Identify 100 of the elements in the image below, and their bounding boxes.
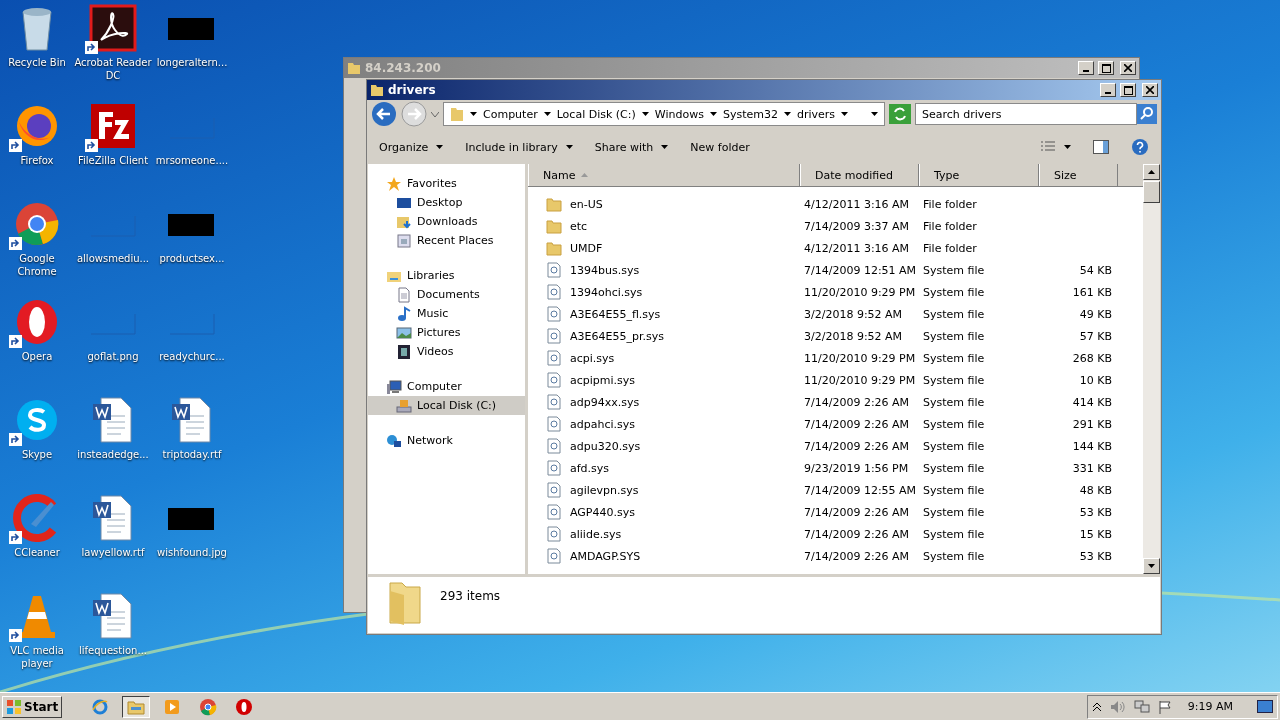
chevron-up-icon[interactable] bbox=[1091, 701, 1102, 712]
flag-icon[interactable] bbox=[1157, 699, 1172, 714]
start-button[interactable]: Start bbox=[2, 695, 63, 718]
desktop-icon-label[interactable]: goflat.png bbox=[87, 350, 139, 363]
toolbar-button[interactable]: Include in library bbox=[465, 140, 573, 154]
network-icon[interactable] bbox=[1133, 699, 1150, 714]
desktop-icon-label[interactable]: readychurc... bbox=[159, 350, 225, 363]
file-name: agilevpn.sys bbox=[569, 483, 640, 497]
nav-item[interactable]: Downloads bbox=[368, 212, 525, 231]
column-header[interactable]: Size bbox=[1039, 164, 1118, 186]
scroll-up-icon[interactable] bbox=[1148, 170, 1155, 174]
file-row[interactable]: acpi.sys 11/20/2010 9:29 PM System file 268 KB bbox=[528, 347, 1143, 369]
file-row[interactable]: adp94xx.sys 7/14/2009 2:26 AM System file 414 KB bbox=[528, 391, 1143, 413]
nav-item[interactable]: Libraries bbox=[368, 266, 525, 285]
nav-item[interactable]: Recent Places bbox=[368, 231, 525, 250]
breadcrumb-item[interactable]: drivers bbox=[796, 107, 836, 121]
file-row[interactable]: A3E64E55_pr.sys 3/2/2018 9:52 AM System file 57 KB bbox=[528, 325, 1143, 347]
back-button[interactable] bbox=[371, 101, 397, 127]
nav-item[interactable]: Network bbox=[368, 431, 525, 450]
help-icon[interactable] bbox=[1131, 138, 1149, 156]
preview-pane-icon[interactable] bbox=[1093, 140, 1109, 154]
column-header[interactable]: Date modified bbox=[800, 164, 919, 186]
desktop-icon-label[interactable]: longeraltern... bbox=[156, 56, 228, 69]
scrollbar[interactable] bbox=[1143, 164, 1160, 574]
column-header[interactable]: Type bbox=[919, 164, 1039, 186]
maximize-button[interactable] bbox=[1098, 61, 1114, 75]
file-row[interactable]: en-US 4/12/2011 3:16 AM File folder bbox=[528, 193, 1143, 215]
breadcrumb-item[interactable]: System32 bbox=[722, 107, 778, 121]
caret-icon bbox=[1064, 145, 1071, 149]
star-icon bbox=[386, 175, 402, 192]
system-file-icon bbox=[546, 350, 562, 366]
file-size: 161 KB bbox=[1071, 285, 1112, 299]
file-row[interactable]: agilevpn.sys 7/14/2009 12:55 AM System file 48 KB bbox=[528, 479, 1143, 501]
column-header[interactable]: Name bbox=[528, 164, 800, 186]
close-button[interactable] bbox=[1142, 83, 1158, 97]
desktop-icon-label[interactable]: triptoday.rtf bbox=[162, 448, 222, 461]
show-desktop-icon[interactable] bbox=[1257, 699, 1273, 714]
filezilla-icon[interactable] bbox=[89, 102, 137, 150]
clock[interactable]: 9:19 AM bbox=[1187, 700, 1233, 713]
scroll-thumb[interactable] bbox=[1143, 181, 1160, 203]
file-row[interactable]: etc 7/14/2009 3:37 AM File folder bbox=[528, 215, 1143, 237]
desktop-icon-label[interactable]: FileZilla Client bbox=[77, 154, 149, 167]
nav-item[interactable]: Computer bbox=[368, 377, 525, 396]
breadcrumb-item[interactable]: Local Disk (C:) bbox=[556, 107, 636, 121]
forward-button[interactable] bbox=[401, 101, 427, 127]
nav-item[interactable]: Documents bbox=[368, 285, 525, 304]
address-bar[interactable]: Computer Local Disk (C:) Windows System32 drivers bbox=[443, 102, 885, 126]
desktop-icon-label[interactable]: productsex... bbox=[159, 252, 225, 265]
nav-item[interactable]: Favorites bbox=[368, 174, 525, 193]
nav-item[interactable]: Music bbox=[368, 304, 525, 323]
file-row[interactable]: afd.sys 9/23/2019 1:56 PM System file 331 KB bbox=[528, 457, 1143, 479]
desktop-icon-label[interactable]: lawyellow.rtf bbox=[81, 546, 145, 559]
file-row[interactable]: adpu320.sys 7/14/2009 2:26 AM System file 144 KB bbox=[528, 435, 1143, 457]
nav-item[interactable]: Local Disk (C:) bbox=[368, 396, 525, 415]
search-icon[interactable] bbox=[1137, 104, 1157, 124]
desktop-icon-label[interactable]: Skype bbox=[21, 448, 53, 461]
breadcrumb-item[interactable]: Windows bbox=[654, 107, 704, 121]
toolbar-button[interactable]: New folder bbox=[690, 140, 750, 154]
file-row[interactable]: A3E64E55_fl.sys 3/2/2018 9:52 AM System file 49 KB bbox=[528, 303, 1143, 325]
sort-icon bbox=[581, 173, 589, 177]
desktop-icon-label[interactable]: insteadedge... bbox=[77, 448, 149, 461]
file-row[interactable]: AGP440.sys 7/14/2009 2:26 AM System file 53 KB bbox=[528, 501, 1143, 523]
desktop-icon-label[interactable]: Firefox bbox=[20, 154, 54, 167]
desktop-icon-label[interactable]: wishfound.jpg bbox=[157, 546, 227, 559]
desktop-icon-label[interactable]: Recycle Bin bbox=[8, 56, 66, 69]
minimize-button[interactable] bbox=[1078, 61, 1094, 75]
maximize-button[interactable] bbox=[1120, 83, 1136, 97]
maximize-icon bbox=[1123, 85, 1133, 95]
nav-item[interactable]: Pictures bbox=[368, 323, 525, 342]
file-row[interactable]: AMDAGP.SYS 7/14/2009 2:26 AM System file 53 KB bbox=[528, 545, 1143, 567]
desktop-icon-label[interactable]: mrsomeone.... bbox=[155, 154, 229, 167]
close-button[interactable] bbox=[1120, 61, 1136, 75]
breadcrumb-item[interactable]: Computer bbox=[483, 107, 538, 121]
desktop-icon-label[interactable]: allowsmediu... bbox=[76, 252, 150, 265]
nav-item[interactable]: Desktop bbox=[368, 193, 525, 212]
file-row[interactable]: aliide.sys 7/14/2009 2:26 AM System file 15 KB bbox=[528, 523, 1143, 545]
file-row[interactable]: acpipmi.sys 11/20/2010 9:29 PM System file 10 KB bbox=[528, 369, 1143, 391]
refresh-button[interactable] bbox=[889, 104, 911, 124]
file-row[interactable]: UMDF 4/12/2011 3:16 AM File folder bbox=[528, 237, 1143, 259]
taskbar-button[interactable] bbox=[122, 695, 151, 718]
file-row[interactable]: adpahci.sys 7/14/2009 2:26 AM System file 291 KB bbox=[528, 413, 1143, 435]
file-row[interactable]: 1394bus.sys 7/14/2009 12:51 AM System file 54 KB bbox=[528, 259, 1143, 281]
date-modified: 7/14/2009 2:26 AM bbox=[803, 527, 911, 541]
desktop-icon-label[interactable]: Acrobat Reader DC bbox=[74, 56, 152, 82]
close-icon bbox=[1124, 64, 1132, 72]
scroll-down-icon[interactable] bbox=[1148, 564, 1155, 568]
nav-item[interactable]: Videos bbox=[368, 342, 525, 361]
desktop-icon-label[interactable]: CCleaner bbox=[14, 546, 60, 559]
desktop-icon-label[interactable]: Opera bbox=[21, 350, 53, 363]
search-field[interactable]: Search drivers bbox=[915, 103, 1137, 125]
file-row[interactable]: 1394ohci.sys 11/20/2010 9:29 PM System file 161 KB bbox=[528, 281, 1143, 303]
caret-icon bbox=[565, 145, 573, 149]
toolbar-button[interactable]: Organize bbox=[379, 140, 444, 154]
chrome-icon[interactable] bbox=[13, 200, 61, 248]
acrobat-icon[interactable] bbox=[89, 4, 137, 52]
toolbar-button[interactable]: Share with bbox=[594, 140, 669, 154]
recent-pages-caret-icon[interactable] bbox=[431, 111, 439, 117]
file-name: A3E64E55_pr.sys bbox=[569, 329, 665, 343]
minimize-button[interactable] bbox=[1100, 83, 1116, 97]
desktop-icon-label[interactable]: Google Chrome bbox=[0, 252, 74, 278]
